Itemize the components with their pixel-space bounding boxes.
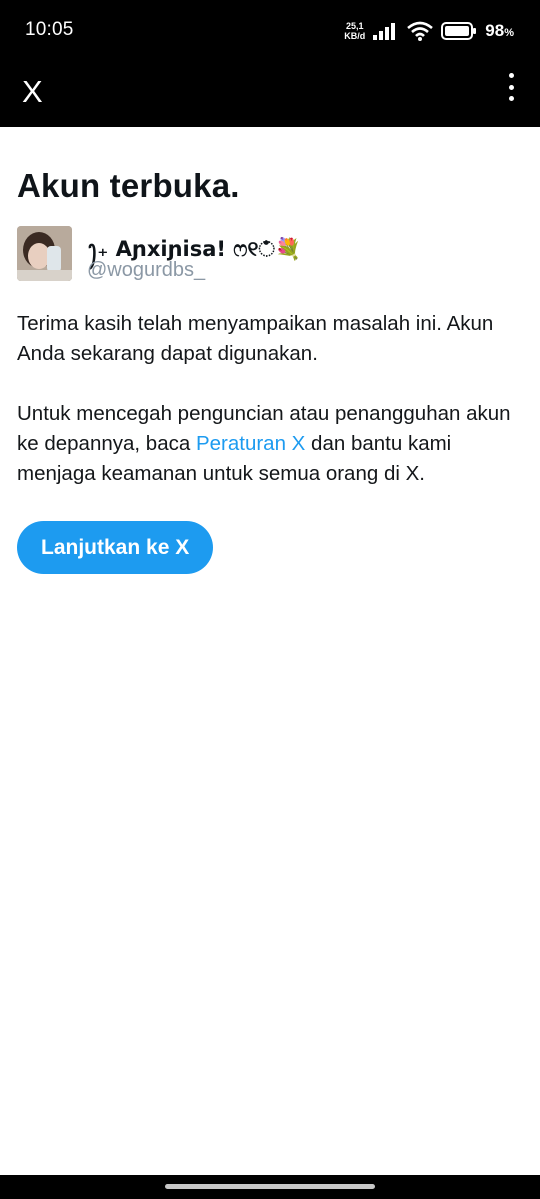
- network-speed-unit: KB/d: [344, 31, 366, 41]
- user-handle: @wogurdbs_: [87, 259, 206, 281]
- user-profile: ꫂ₊ Aɲxiɲisa! ෆ୧ಁ💐 @wogurdbs_: [17, 226, 522, 282]
- avatar-photo: [17, 226, 72, 281]
- wifi-icon: [407, 21, 434, 41]
- battery-percent-unit: %: [504, 27, 514, 39]
- rules-link[interactable]: Peraturan X: [196, 432, 305, 455]
- home-gesture-handle[interactable]: [165, 1184, 375, 1189]
- signal-icon: [373, 23, 396, 40]
- display-name: ꫂ₊ Aɲxiɲisa! ෆ୧ಁ💐: [87, 237, 302, 261]
- battery-percentage: 98%: [485, 21, 514, 41]
- x-logo: X: [22, 74, 43, 109]
- system-nav-bar: [0, 1175, 540, 1199]
- avatar: [17, 226, 72, 281]
- prevention-message: Untuk mencegah penguncian atau penangguh…: [17, 399, 522, 489]
- status-icons: 25,1 KB/d 98%: [344, 17, 514, 45]
- network-speed-value: 25,1: [346, 21, 364, 31]
- kebab-dot: [508, 73, 514, 78]
- user-names: ꫂ₊ Aɲxiɲisa! ෆ୧ಁ💐 @wogurdbs_: [87, 226, 301, 282]
- continue-button[interactable]: Lanjutkan ke X: [17, 521, 214, 574]
- network-speed: 25,1 KB/d: [344, 21, 365, 41]
- status-time: 10:05: [25, 19, 74, 40]
- app-bar: X: [0, 60, 540, 127]
- kebab-dot: [508, 96, 514, 101]
- kebab-dot: [508, 84, 514, 90]
- main-content: Akun terbuka. ꫂ₊ Aɲxiɲisa! ෆ୧ಁ💐 @wogurdb…: [17, 127, 522, 574]
- status-bar: 10:05 25,1 KB/d 98%: [0, 0, 540, 60]
- battery-icon: [441, 22, 477, 40]
- battery-percent-value: 98: [485, 21, 505, 40]
- unlocked-message: Terima kasih telah menyampaikan masalah …: [17, 312, 494, 365]
- kebab-menu-icon[interactable]: [506, 73, 516, 101]
- page-title: Akun terbuka.: [17, 167, 240, 204]
